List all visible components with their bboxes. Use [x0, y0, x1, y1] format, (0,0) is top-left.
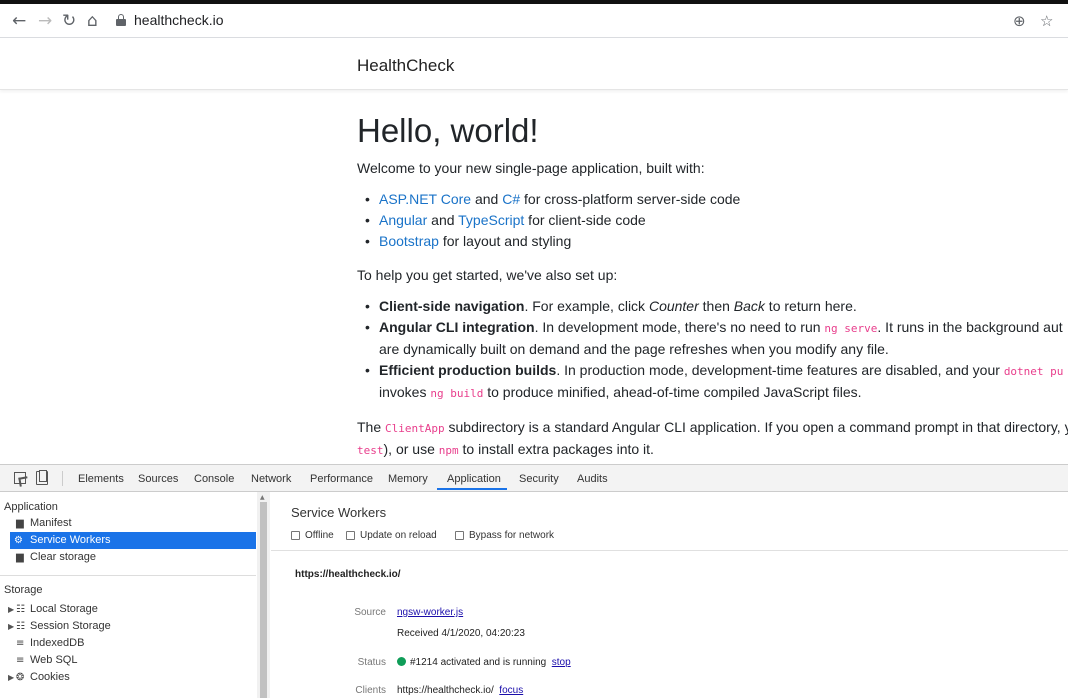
expand-arrow-icon[interactable]: ▶ — [8, 601, 14, 618]
navbar-brand[interactable]: HealthCheck — [357, 56, 454, 76]
bootstrap-link[interactable]: Bootstrap — [379, 233, 439, 249]
clients-label: Clients — [355, 685, 386, 696]
list-item: Client-side navigation. For example, cli… — [365, 296, 1068, 317]
toolbar-divider — [62, 471, 63, 486]
status-dot-icon — [397, 657, 406, 666]
clients-value: https://healthcheck.io/ focus — [397, 685, 524, 696]
home-icon[interactable]: ⌂ — [87, 12, 98, 30]
tab-audits[interactable]: Audits — [577, 473, 608, 485]
sidebar-item-session-storage[interactable]: ▶ ☷ Session Storage — [8, 618, 256, 635]
aspnet-link[interactable]: ASP.NET Core — [379, 191, 471, 207]
sidebar-item-service-workers[interactable]: ⚙ Service Workers — [10, 532, 256, 549]
list-item: Bootstrap for layout and styling — [365, 231, 1068, 252]
checkbox-box[interactable] — [291, 531, 300, 540]
expand-arrow-icon[interactable]: ▶ — [8, 618, 14, 635]
sidebar-item-web-sql[interactable]: ≡ Web SQL — [12, 652, 256, 669]
checkbox-box[interactable] — [455, 531, 464, 540]
built-with-list: ASP.NET Core and C# for cross-platform s… — [365, 189, 1068, 252]
focus-link[interactable]: focus — [499, 685, 523, 696]
sidebar-item-manifest[interactable]: ▆ Manifest — [12, 515, 256, 532]
devtools-panel: Elements Sources Console Network Perform… — [0, 464, 1068, 698]
tab-application[interactable]: Application — [447, 473, 501, 485]
active-tab-indicator — [437, 488, 507, 490]
source-link[interactable]: ngsw-worker.js — [397, 607, 463, 618]
database-icon: ≡ — [16, 655, 25, 666]
scroll-up-icon[interactable]: ▲ — [260, 494, 265, 501]
inspect-element-icon[interactable] — [14, 472, 26, 484]
footer-text: The ClientApp subdirectory is a standard… — [357, 419, 1068, 457]
angular-link[interactable]: Angular — [379, 212, 427, 228]
received-text: Received 4/1/2020, 04:20:23 — [397, 628, 525, 639]
browser-toolbar: ← → ↻ ⌂ healthcheck.io ⊕ ☆ — [0, 0, 1068, 38]
section-header-storage: Storage — [4, 584, 43, 596]
sidebar-item-clear-storage[interactable]: ▆ Clear storage — [12, 549, 256, 566]
address-bar[interactable]: healthcheck.io — [134, 12, 224, 28]
worker-origin: https://healthcheck.io/ — [295, 569, 401, 580]
tab-console[interactable]: Console — [194, 473, 234, 485]
sidebar-item-local-storage[interactable]: ▶ ☷ Local Storage — [8, 601, 256, 618]
status-value: #1214 activated and is running stop — [397, 657, 571, 668]
add-icon[interactable]: ⊕ — [1013, 12, 1026, 30]
offline-checkbox[interactable]: Offline — [291, 530, 334, 541]
list-item: Angular CLI integration. In development … — [365, 317, 1068, 360]
page-content: Hello, world! Welcome to your new single… — [357, 90, 1068, 464]
device-toolbar-icon[interactable] — [36, 470, 48, 485]
setup-list: Client-side navigation. For example, cli… — [365, 296, 1068, 404]
trash-icon: ▆ — [16, 552, 24, 563]
bypass-for-network-checkbox[interactable]: Bypass for network — [455, 530, 554, 541]
back-icon[interactable]: ← — [12, 12, 26, 30]
csharp-link[interactable]: C# — [502, 191, 520, 207]
sidebar-scrollbar[interactable]: ▲ — [257, 492, 270, 698]
list-item: Angular and TypeScript for client-side c… — [365, 210, 1068, 231]
page-title: Hello, world! — [357, 112, 539, 149]
section-header-application: Application — [4, 501, 58, 513]
star-icon[interactable]: ☆ — [1040, 12, 1053, 30]
lock-icon[interactable] — [116, 14, 126, 26]
gear-icon: ⚙ — [14, 535, 23, 546]
file-icon: ▆ — [16, 518, 24, 529]
sidebar-divider — [0, 575, 256, 576]
tab-elements[interactable]: Elements — [78, 473, 124, 485]
update-on-reload-checkbox[interactable]: Update on reload — [346, 530, 437, 541]
reload-icon[interactable]: ↻ — [62, 12, 76, 30]
sidebar-item-indexeddb[interactable]: ≡ IndexedDB — [12, 635, 256, 652]
tab-sources[interactable]: Sources — [138, 473, 178, 485]
list-item: Efficient production builds. In producti… — [365, 360, 1068, 404]
pane-title: Service Workers — [291, 505, 387, 520]
typescript-link[interactable]: TypeScript — [458, 212, 524, 228]
sidebar-item-cookies[interactable]: ▶ ❂ Cookies — [8, 669, 256, 686]
tab-memory[interactable]: Memory — [388, 473, 428, 485]
cookie-icon: ❂ — [16, 672, 25, 683]
pane-divider — [271, 550, 1068, 551]
tab-network[interactable]: Network — [251, 473, 291, 485]
expand-arrow-icon[interactable]: ▶ — [8, 669, 14, 686]
devtools-tabbar: Elements Sources Console Network Perform… — [0, 465, 1068, 492]
intro-text: Welcome to your new single-page applicat… — [357, 160, 705, 176]
stop-link[interactable]: stop — [552, 657, 571, 668]
grid-icon: ☷ — [16, 621, 25, 632]
status-label: Status — [357, 657, 386, 668]
forward-icon[interactable]: → — [38, 12, 52, 30]
checkbox-box[interactable] — [346, 531, 355, 540]
setup-intro: To help you get started, we've also set … — [357, 267, 618, 283]
scrollbar-thumb[interactable] — [260, 502, 267, 698]
service-workers-pane: Service Workers Offline Update on reload… — [271, 492, 1068, 698]
grid-icon: ☷ — [16, 604, 25, 615]
tab-security[interactable]: Security — [519, 473, 559, 485]
database-icon: ≡ — [16, 638, 25, 649]
source-label: Source — [354, 607, 386, 618]
list-item: ASP.NET Core and C# for cross-platform s… — [365, 189, 1068, 210]
tab-performance[interactable]: Performance — [310, 473, 373, 485]
app-navbar: HealthCheck — [0, 38, 1068, 90]
application-sidebar: Application ▆ Manifest ⚙ Service Workers… — [0, 492, 270, 698]
